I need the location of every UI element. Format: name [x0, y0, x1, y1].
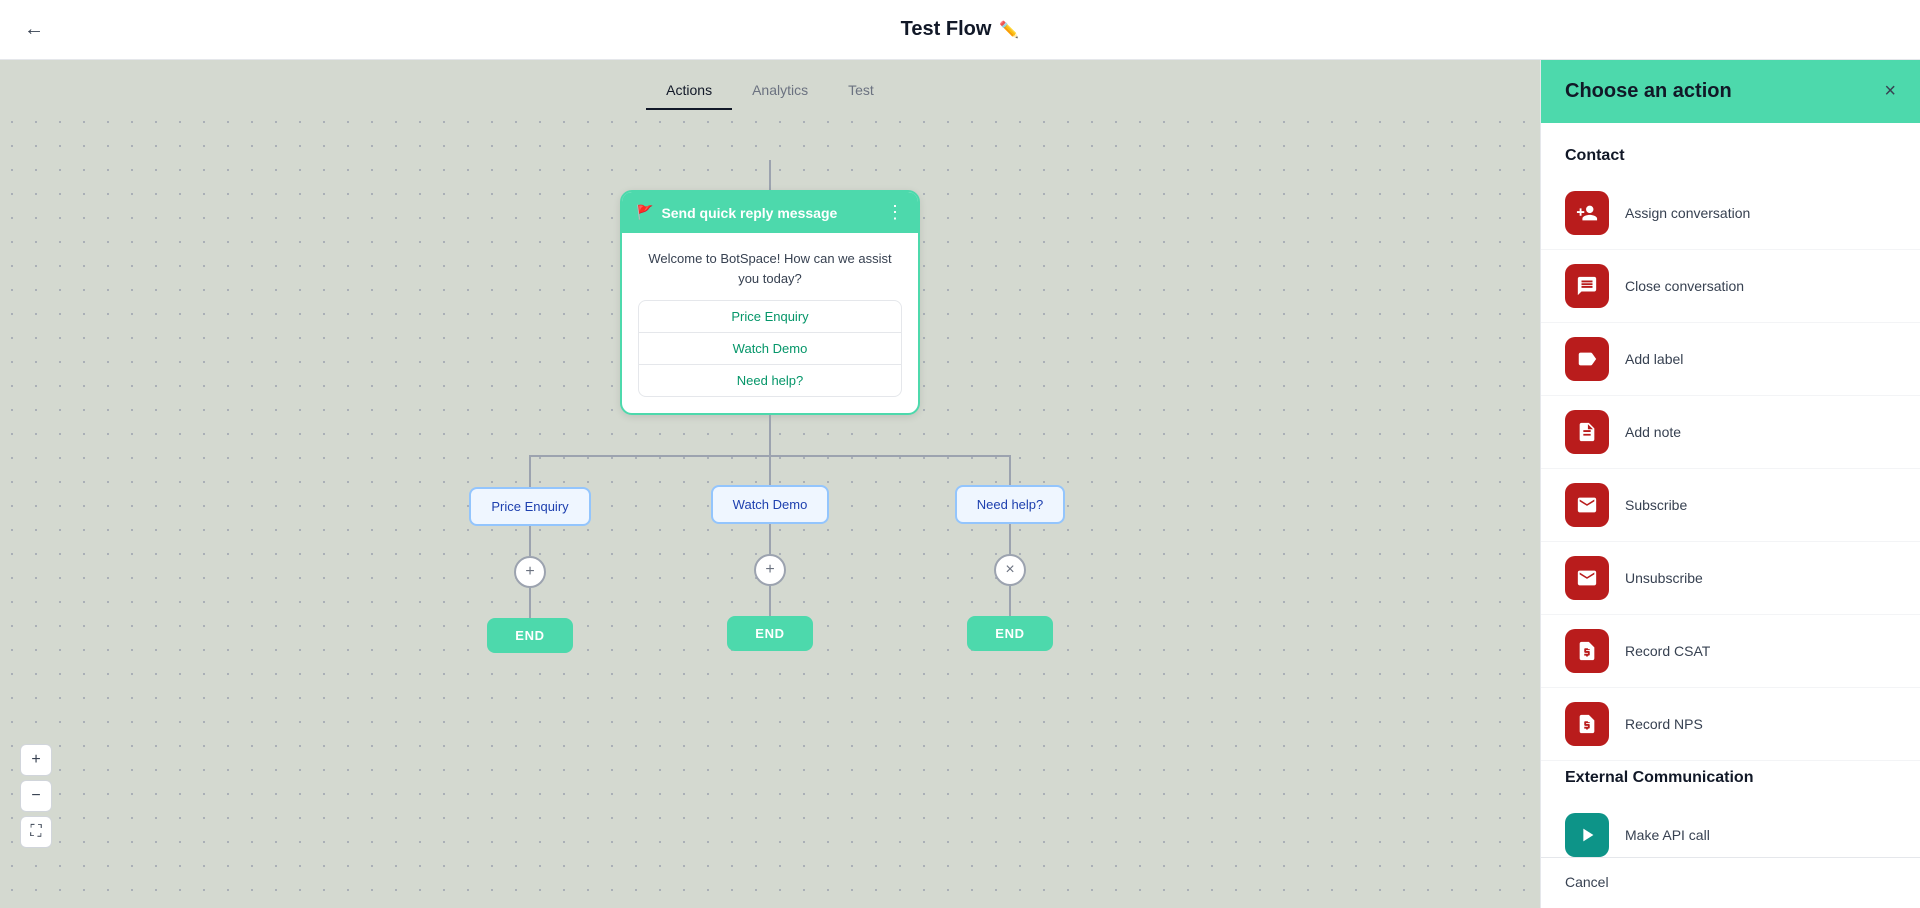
action-assign-conversation[interactable]: Assign conversation: [1541, 177, 1920, 250]
branch-col-3: Need help? × END: [900, 455, 1120, 651]
action-unsubscribe[interactable]: Unsubscribe: [1541, 542, 1920, 615]
subscribe-icon: [1565, 483, 1609, 527]
branch-2-end: END: [727, 616, 812, 651]
branch-3-end: END: [967, 616, 1052, 651]
branch-2-add-btn[interactable]: +: [754, 554, 786, 586]
record-csat-icon: [1565, 629, 1609, 673]
branch-area: Price Enquiry + END Watch Demo +: [420, 455, 1120, 653]
tab-actions[interactable]: Actions: [646, 72, 732, 110]
flag-icon: 🚩: [636, 204, 653, 221]
record-nps-label: Record NPS: [1625, 716, 1703, 732]
node-header-left: 🚩 Send quick reply message: [636, 204, 837, 221]
section-external-header: External Communication: [1541, 761, 1920, 799]
reply-options: Price Enquiry Watch Demo Need help?: [638, 300, 902, 397]
section-contact-header: Contact: [1541, 139, 1920, 177]
make-api-call-label: Make API call: [1625, 827, 1710, 843]
branch-3-v2: [1009, 524, 1011, 554]
reply-option-3[interactable]: Need help?: [639, 365, 901, 396]
add-note-icon: [1565, 410, 1609, 454]
connector-top: [769, 160, 771, 190]
branch-2-v2: [769, 524, 771, 554]
h-connector-line: [530, 455, 1010, 457]
edit-icon[interactable]: ✏️: [999, 20, 1019, 40]
cancel-button[interactable]: Cancel: [1565, 874, 1609, 890]
unsubscribe-label: Unsubscribe: [1625, 570, 1703, 586]
tab-bar: Actions Analytics Test: [0, 60, 1540, 110]
main-node: 🚩 Send quick reply message ⋮ Welcome to …: [620, 190, 920, 415]
branch-3-v3: [1009, 586, 1011, 616]
branch-1-v3: [529, 526, 531, 556]
panel-header: Choose an action ×: [1541, 60, 1920, 123]
tab-test[interactable]: Test: [828, 72, 894, 110]
back-button[interactable]: ←: [24, 18, 44, 41]
tab-analytics[interactable]: Analytics: [732, 72, 828, 110]
connector-mid: [769, 415, 771, 455]
zoom-out-btn[interactable]: −: [20, 780, 52, 812]
assign-conversation-icon: [1565, 191, 1609, 235]
page-title: Test Flow: [901, 18, 992, 41]
branch-columns: Price Enquiry + END Watch Demo +: [420, 455, 1120, 653]
action-make-api-call[interactable]: Make API call: [1541, 799, 1920, 857]
panel-title: Choose an action: [1565, 80, 1732, 103]
action-record-nps[interactable]: Record NPS: [1541, 688, 1920, 761]
reply-option-2[interactable]: Watch Demo: [639, 333, 901, 365]
unsubscribe-icon: [1565, 556, 1609, 600]
right-panel: Choose an action × Contact Assign conver…: [1540, 60, 1920, 908]
node-menu-icon[interactable]: ⋮: [886, 202, 904, 223]
branch-col-1: Price Enquiry + END: [420, 455, 640, 653]
canvas-area: Actions Analytics Test 🚩 Send quick repl…: [0, 60, 1540, 908]
branch-node-1[interactable]: Price Enquiry: [469, 487, 590, 526]
branch-3-v1: [1009, 455, 1011, 485]
action-record-csat[interactable]: Record CSAT: [1541, 615, 1920, 688]
zoom-fit-btn[interactable]: ⛶: [20, 816, 52, 848]
action-subscribe[interactable]: Subscribe: [1541, 469, 1920, 542]
branch-2-v1: [769, 455, 771, 485]
add-label-label: Add label: [1625, 351, 1683, 367]
add-label-icon: [1565, 337, 1609, 381]
record-csat-label: Record CSAT: [1625, 643, 1710, 659]
branch-node-3[interactable]: Need help?: [955, 485, 1066, 524]
panel-footer: Cancel: [1541, 857, 1920, 908]
branch-1-v2: [529, 457, 531, 487]
branch-3-delete-btn[interactable]: ×: [994, 554, 1026, 586]
make-api-call-icon: [1565, 813, 1609, 857]
node-body: Welcome to BotSpace! How can we assist y…: [622, 233, 918, 413]
assign-conversation-label: Assign conversation: [1625, 205, 1750, 221]
node-message: Welcome to BotSpace! How can we assist y…: [638, 249, 902, 288]
flow-wrapper: 🚩 Send quick reply message ⋮ Welcome to …: [320, 160, 1220, 653]
action-add-label[interactable]: Add label: [1541, 323, 1920, 396]
flow-canvas: 🚩 Send quick reply message ⋮ Welcome to …: [0, 110, 1540, 908]
app-header: ← Test Flow ✏️: [0, 0, 1920, 60]
zoom-in-btn[interactable]: +: [20, 744, 52, 776]
branch-1-add-btn[interactable]: +: [514, 556, 546, 588]
action-close-conversation[interactable]: Close conversation: [1541, 250, 1920, 323]
close-conversation-label: Close conversation: [1625, 278, 1744, 294]
record-nps-icon: [1565, 702, 1609, 746]
branch-1-end: END: [487, 618, 572, 653]
reply-option-1[interactable]: Price Enquiry: [639, 301, 901, 333]
close-conversation-icon: [1565, 264, 1609, 308]
action-add-note[interactable]: Add note: [1541, 396, 1920, 469]
zoom-controls: + − ⛶: [20, 744, 52, 848]
subscribe-label: Subscribe: [1625, 497, 1687, 513]
main-container: Actions Analytics Test 🚩 Send quick repl…: [0, 60, 1920, 908]
node-title: Send quick reply message: [661, 205, 837, 221]
branch-col-2: Watch Demo + END: [660, 455, 880, 651]
branch-1-v4: [529, 588, 531, 618]
node-header: 🚩 Send quick reply message ⋮: [622, 192, 918, 233]
branch-node-2[interactable]: Watch Demo: [711, 485, 830, 524]
panel-close-btn[interactable]: ×: [1884, 80, 1896, 103]
panel-scroll[interactable]: Contact Assign conversation Close conver…: [1541, 123, 1920, 857]
branch-2-v3: [769, 586, 771, 616]
add-note-label: Add note: [1625, 424, 1681, 440]
